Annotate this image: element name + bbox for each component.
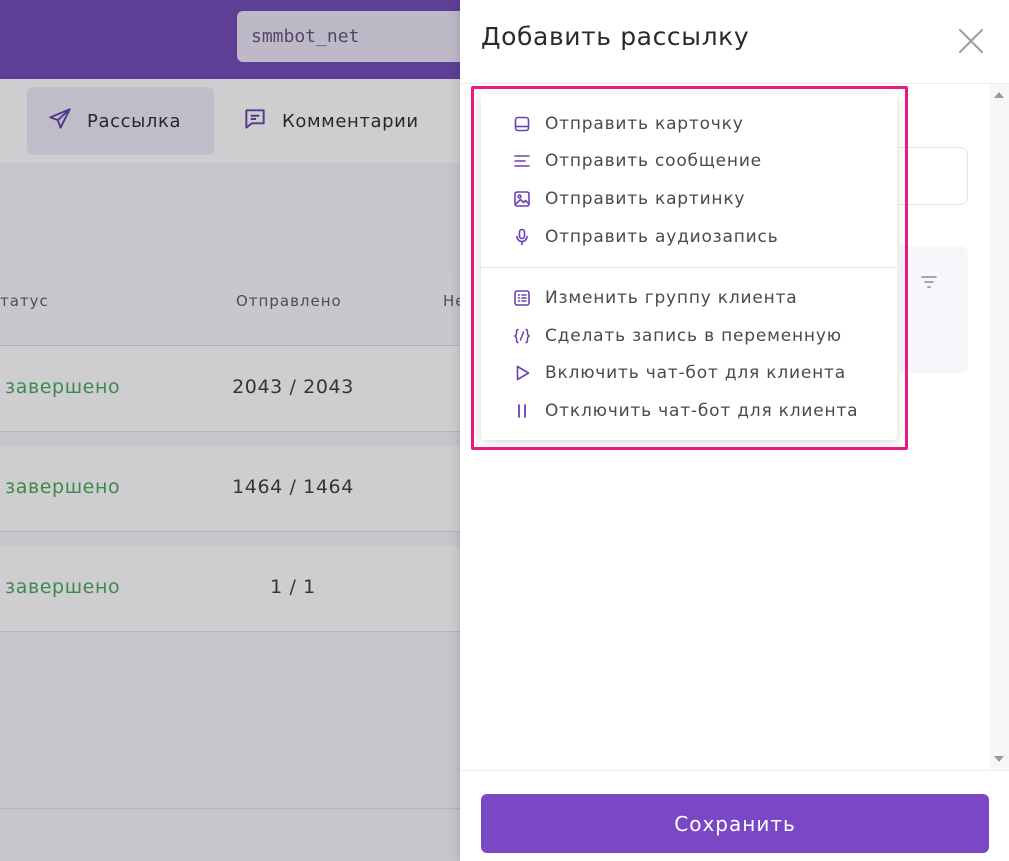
drawer-title: Добавить рассылку bbox=[481, 22, 750, 51]
menu-item-enable-chatbot[interactable]: Включить чат-бот для клиента bbox=[481, 355, 897, 391]
drawer-header: Добавить рассылку bbox=[460, 0, 1009, 84]
scroll-up-icon[interactable] bbox=[994, 92, 1004, 98]
filter-icon[interactable] bbox=[919, 274, 939, 290]
menu-item-label: Включить чат-бот для клиента bbox=[545, 363, 846, 383]
image-icon bbox=[513, 190, 531, 208]
menu-divider bbox=[481, 267, 897, 268]
close-button[interactable] bbox=[956, 26, 986, 56]
save-button[interactable]: Сохранить bbox=[481, 794, 989, 853]
scrollbar[interactable] bbox=[990, 84, 1009, 770]
actions-panel bbox=[900, 246, 968, 373]
menu-item-label: Отправить аудиозапись bbox=[545, 227, 779, 247]
play-icon bbox=[513, 364, 531, 382]
menu-item-disable-chatbot[interactable]: Отключить чат-бот для клиента bbox=[481, 393, 897, 429]
menu-item-label: Отправить сообщение bbox=[545, 151, 762, 171]
menu-item-label: Отключить чат-бот для клиента bbox=[545, 401, 859, 421]
drawer-footer: Сохранить bbox=[460, 770, 1009, 861]
variable-icon bbox=[513, 327, 531, 345]
menu-item-label: Отправить карточку bbox=[545, 114, 744, 134]
menu-item-send-image[interactable]: Отправить картинку bbox=[481, 181, 897, 217]
menu-item-set-variable[interactable]: Сделать запись в переменную bbox=[481, 318, 897, 354]
microphone-icon bbox=[513, 228, 531, 246]
name-input[interactable] bbox=[900, 147, 968, 205]
text-lines-icon bbox=[513, 152, 531, 170]
group-list-icon bbox=[513, 289, 531, 307]
menu-item-label: Изменить группу клиента bbox=[545, 288, 798, 308]
menu-item-send-audio[interactable]: Отправить аудиозапись bbox=[481, 219, 897, 255]
pause-icon bbox=[513, 402, 531, 420]
menu-item-label: Отправить картинку bbox=[545, 189, 746, 209]
menu-item-label: Сделать запись в переменную bbox=[545, 326, 842, 346]
close-icon bbox=[956, 28, 986, 60]
action-dropdown-menu: Отправить карточку Отправить сообщение О… bbox=[481, 94, 897, 440]
scroll-down-icon[interactable] bbox=[994, 756, 1004, 762]
card-icon bbox=[513, 115, 531, 133]
menu-item-send-message[interactable]: Отправить сообщение bbox=[481, 143, 897, 179]
menu-item-change-group[interactable]: Изменить группу клиента bbox=[481, 280, 897, 316]
menu-item-send-card[interactable]: Отправить карточку bbox=[481, 106, 897, 142]
